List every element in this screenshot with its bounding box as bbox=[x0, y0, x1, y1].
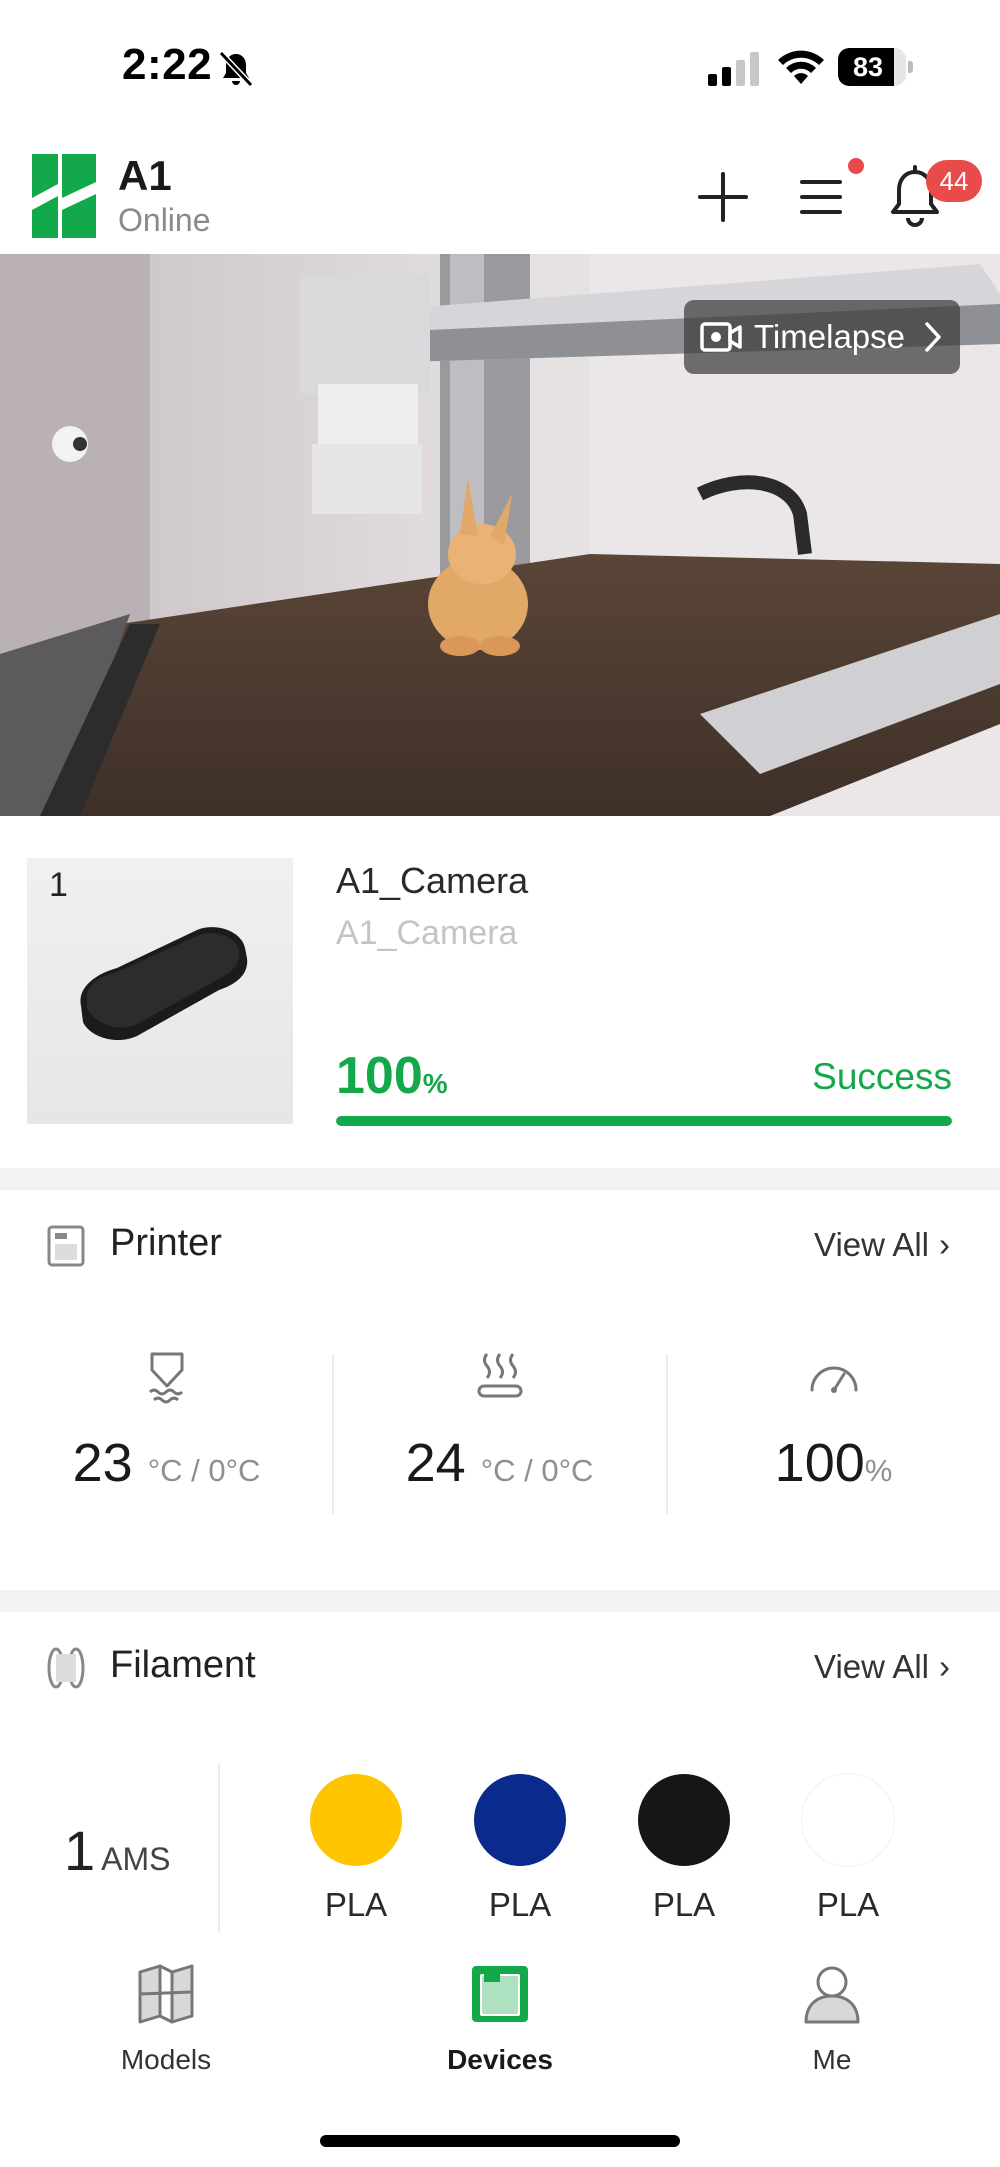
job-status: Success bbox=[812, 1056, 952, 1097]
camera-feed[interactable]: Timelapse bbox=[0, 254, 1000, 816]
bed-temperature[interactable]: 24 °C / 0°C bbox=[333, 1350, 666, 1510]
chevron-right-icon: › bbox=[939, 1226, 950, 1263]
bed-temp-unit: °C / 0°C bbox=[480, 1453, 594, 1488]
app-header: A1 Online 44 bbox=[0, 140, 1000, 254]
filament-slot-2[interactable]: PLA bbox=[460, 1774, 580, 1924]
model-preview-image bbox=[80, 927, 248, 1041]
filament-color-swatch bbox=[802, 1774, 894, 1866]
status-time: 2:22 bbox=[122, 40, 213, 89]
filament-color-swatch bbox=[310, 1774, 402, 1866]
nozzle-temperature[interactable]: 23 °C / 0°C bbox=[0, 1350, 333, 1510]
filament-type-label: PLA bbox=[816, 1886, 880, 1923]
nav-me-label: Me bbox=[812, 2044, 852, 2075]
bambu-logo-icon bbox=[32, 154, 96, 238]
chevron-right-icon: › bbox=[939, 1648, 950, 1685]
menu-icon[interactable] bbox=[794, 168, 852, 226]
nav-me[interactable]: Me bbox=[732, 1962, 932, 2076]
devices-icon bbox=[472, 1966, 528, 2022]
heatbed-icon bbox=[477, 1353, 522, 1398]
printer-section-header: Printer View All › bbox=[0, 1190, 1000, 1300]
filament-type-label: PLA bbox=[488, 1886, 552, 1923]
job-progress-fill bbox=[336, 1116, 952, 1126]
speed-value: 100 bbox=[774, 1433, 865, 1493]
filament-type-label: PLA bbox=[652, 1886, 716, 1923]
device-status: Online bbox=[118, 202, 211, 238]
cellular-signal-icon bbox=[708, 52, 759, 86]
job-subtitle: A1_Camera bbox=[336, 914, 518, 952]
notification-count-badge: 44 bbox=[926, 160, 982, 202]
filament-color-swatch bbox=[474, 1774, 566, 1866]
bed-temp-value: 24 bbox=[405, 1433, 466, 1493]
menu-notification-dot bbox=[848, 158, 864, 174]
timelapse-label: Timelapse bbox=[754, 318, 905, 355]
bell-muted-icon bbox=[218, 50, 254, 88]
filament-slot-1[interactable]: PLA bbox=[296, 1774, 416, 1924]
chevron-right-icon bbox=[925, 322, 941, 352]
printer-icon bbox=[47, 1225, 85, 1267]
bottom-navigation: Models Devices Me bbox=[0, 1932, 1000, 2167]
printer-view-all-link[interactable]: View All › bbox=[814, 1226, 950, 1264]
job-progress-bar bbox=[336, 1116, 952, 1126]
filament-slot-3[interactable]: PLA bbox=[624, 1774, 744, 1924]
job-progress-percent: 100% bbox=[336, 1047, 448, 1105]
timelapse-button[interactable]: Timelapse bbox=[684, 300, 960, 374]
filament-view-all-link[interactable]: View All › bbox=[814, 1648, 950, 1686]
printer-section-title: Printer bbox=[110, 1222, 222, 1264]
models-icon bbox=[138, 1964, 194, 2024]
nav-devices[interactable]: Devices bbox=[400, 1962, 600, 2076]
job-title: A1_Camera bbox=[336, 860, 529, 901]
home-indicator bbox=[320, 2135, 680, 2147]
nozzle-icon bbox=[148, 1352, 183, 1404]
section-divider bbox=[0, 1590, 1000, 1612]
section-divider bbox=[0, 1168, 1000, 1190]
nav-models[interactable]: Models bbox=[66, 1962, 266, 2076]
print-speed[interactable]: 100% bbox=[667, 1350, 1000, 1510]
nav-devices-label: Devices bbox=[447, 2044, 553, 2075]
nozzle-temp-value: 23 bbox=[72, 1433, 133, 1493]
add-icon[interactable] bbox=[694, 168, 752, 226]
filament-type-label: PLA bbox=[324, 1886, 388, 1923]
device-name[interactable]: A1 bbox=[118, 152, 172, 200]
filament-color-swatch bbox=[638, 1774, 730, 1866]
filament-section-title: Filament bbox=[110, 1644, 256, 1686]
print-job-card[interactable]: 1 A1_Camera A1_Camera 100% Success bbox=[0, 816, 1000, 1166]
profile-icon bbox=[804, 1966, 860, 2024]
video-camera-icon bbox=[700, 322, 742, 352]
battery-indicator: 83 bbox=[838, 48, 914, 86]
ams-divider bbox=[218, 1764, 220, 1938]
filament-section-header: Filament View All › bbox=[0, 1612, 1000, 1722]
speed-unit: % bbox=[864, 1453, 893, 1488]
wifi-icon bbox=[778, 50, 824, 84]
job-thumbnail: 1 bbox=[27, 858, 293, 1124]
status-bar: 2:22 83 bbox=[0, 0, 1000, 140]
nozzle-temp-unit: °C / 0°C bbox=[147, 1453, 261, 1488]
plate-number: 1 bbox=[49, 866, 68, 904]
ams-count: 1 AMS bbox=[64, 1819, 171, 1882]
nav-models-label: Models bbox=[120, 2044, 212, 2075]
speedometer-icon bbox=[810, 1366, 857, 1393]
filament-slot-4[interactable]: PLA bbox=[788, 1774, 908, 1924]
battery-percent: 83 bbox=[852, 52, 884, 82]
filament-spool-icon bbox=[47, 1647, 85, 1689]
